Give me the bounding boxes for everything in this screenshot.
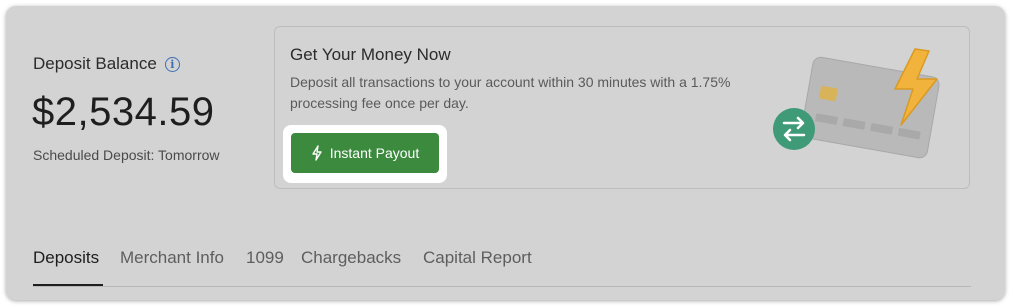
scheduled-deposit-text: Scheduled Deposit: Tomorrow xyxy=(33,147,220,163)
payout-button-highlight: Instant Payout xyxy=(283,125,447,183)
deposit-balance-label: Deposit Balance xyxy=(33,54,157,73)
promo-title: Get Your Money Now xyxy=(290,45,451,64)
instant-payout-label: Instant Payout xyxy=(329,145,420,161)
tab-1099[interactable]: 1099 xyxy=(246,248,284,268)
tab-bar: Deposits Merchant Info 1099 Chargebacks … xyxy=(33,238,971,287)
info-icon[interactable]: i xyxy=(164,56,180,72)
instant-payout-card: Get Your Money Now Deposit all transacti… xyxy=(274,26,970,189)
tab-chargebacks[interactable]: Chargebacks xyxy=(301,248,401,268)
deposit-balance-heading: Deposit Balance i xyxy=(33,54,180,74)
tab-merchant-info[interactable]: Merchant Info xyxy=(120,248,224,268)
lightning-icon xyxy=(312,145,322,161)
tab-capital-report[interactable]: Capital Report xyxy=(423,248,532,268)
transfer-arrows-icon xyxy=(773,108,815,150)
instant-payout-button[interactable]: Instant Payout xyxy=(291,133,439,173)
active-tab-indicator xyxy=(33,284,103,286)
deposit-balance-amount: $2,534.59 xyxy=(32,90,215,134)
credit-card-illustration xyxy=(773,48,940,159)
promo-description: Deposit all transactions to your account… xyxy=(290,74,731,111)
tab-deposits[interactable]: Deposits xyxy=(33,248,99,268)
deposit-panel: Deposit Balance i $2,534.59 Scheduled De… xyxy=(6,6,1005,300)
